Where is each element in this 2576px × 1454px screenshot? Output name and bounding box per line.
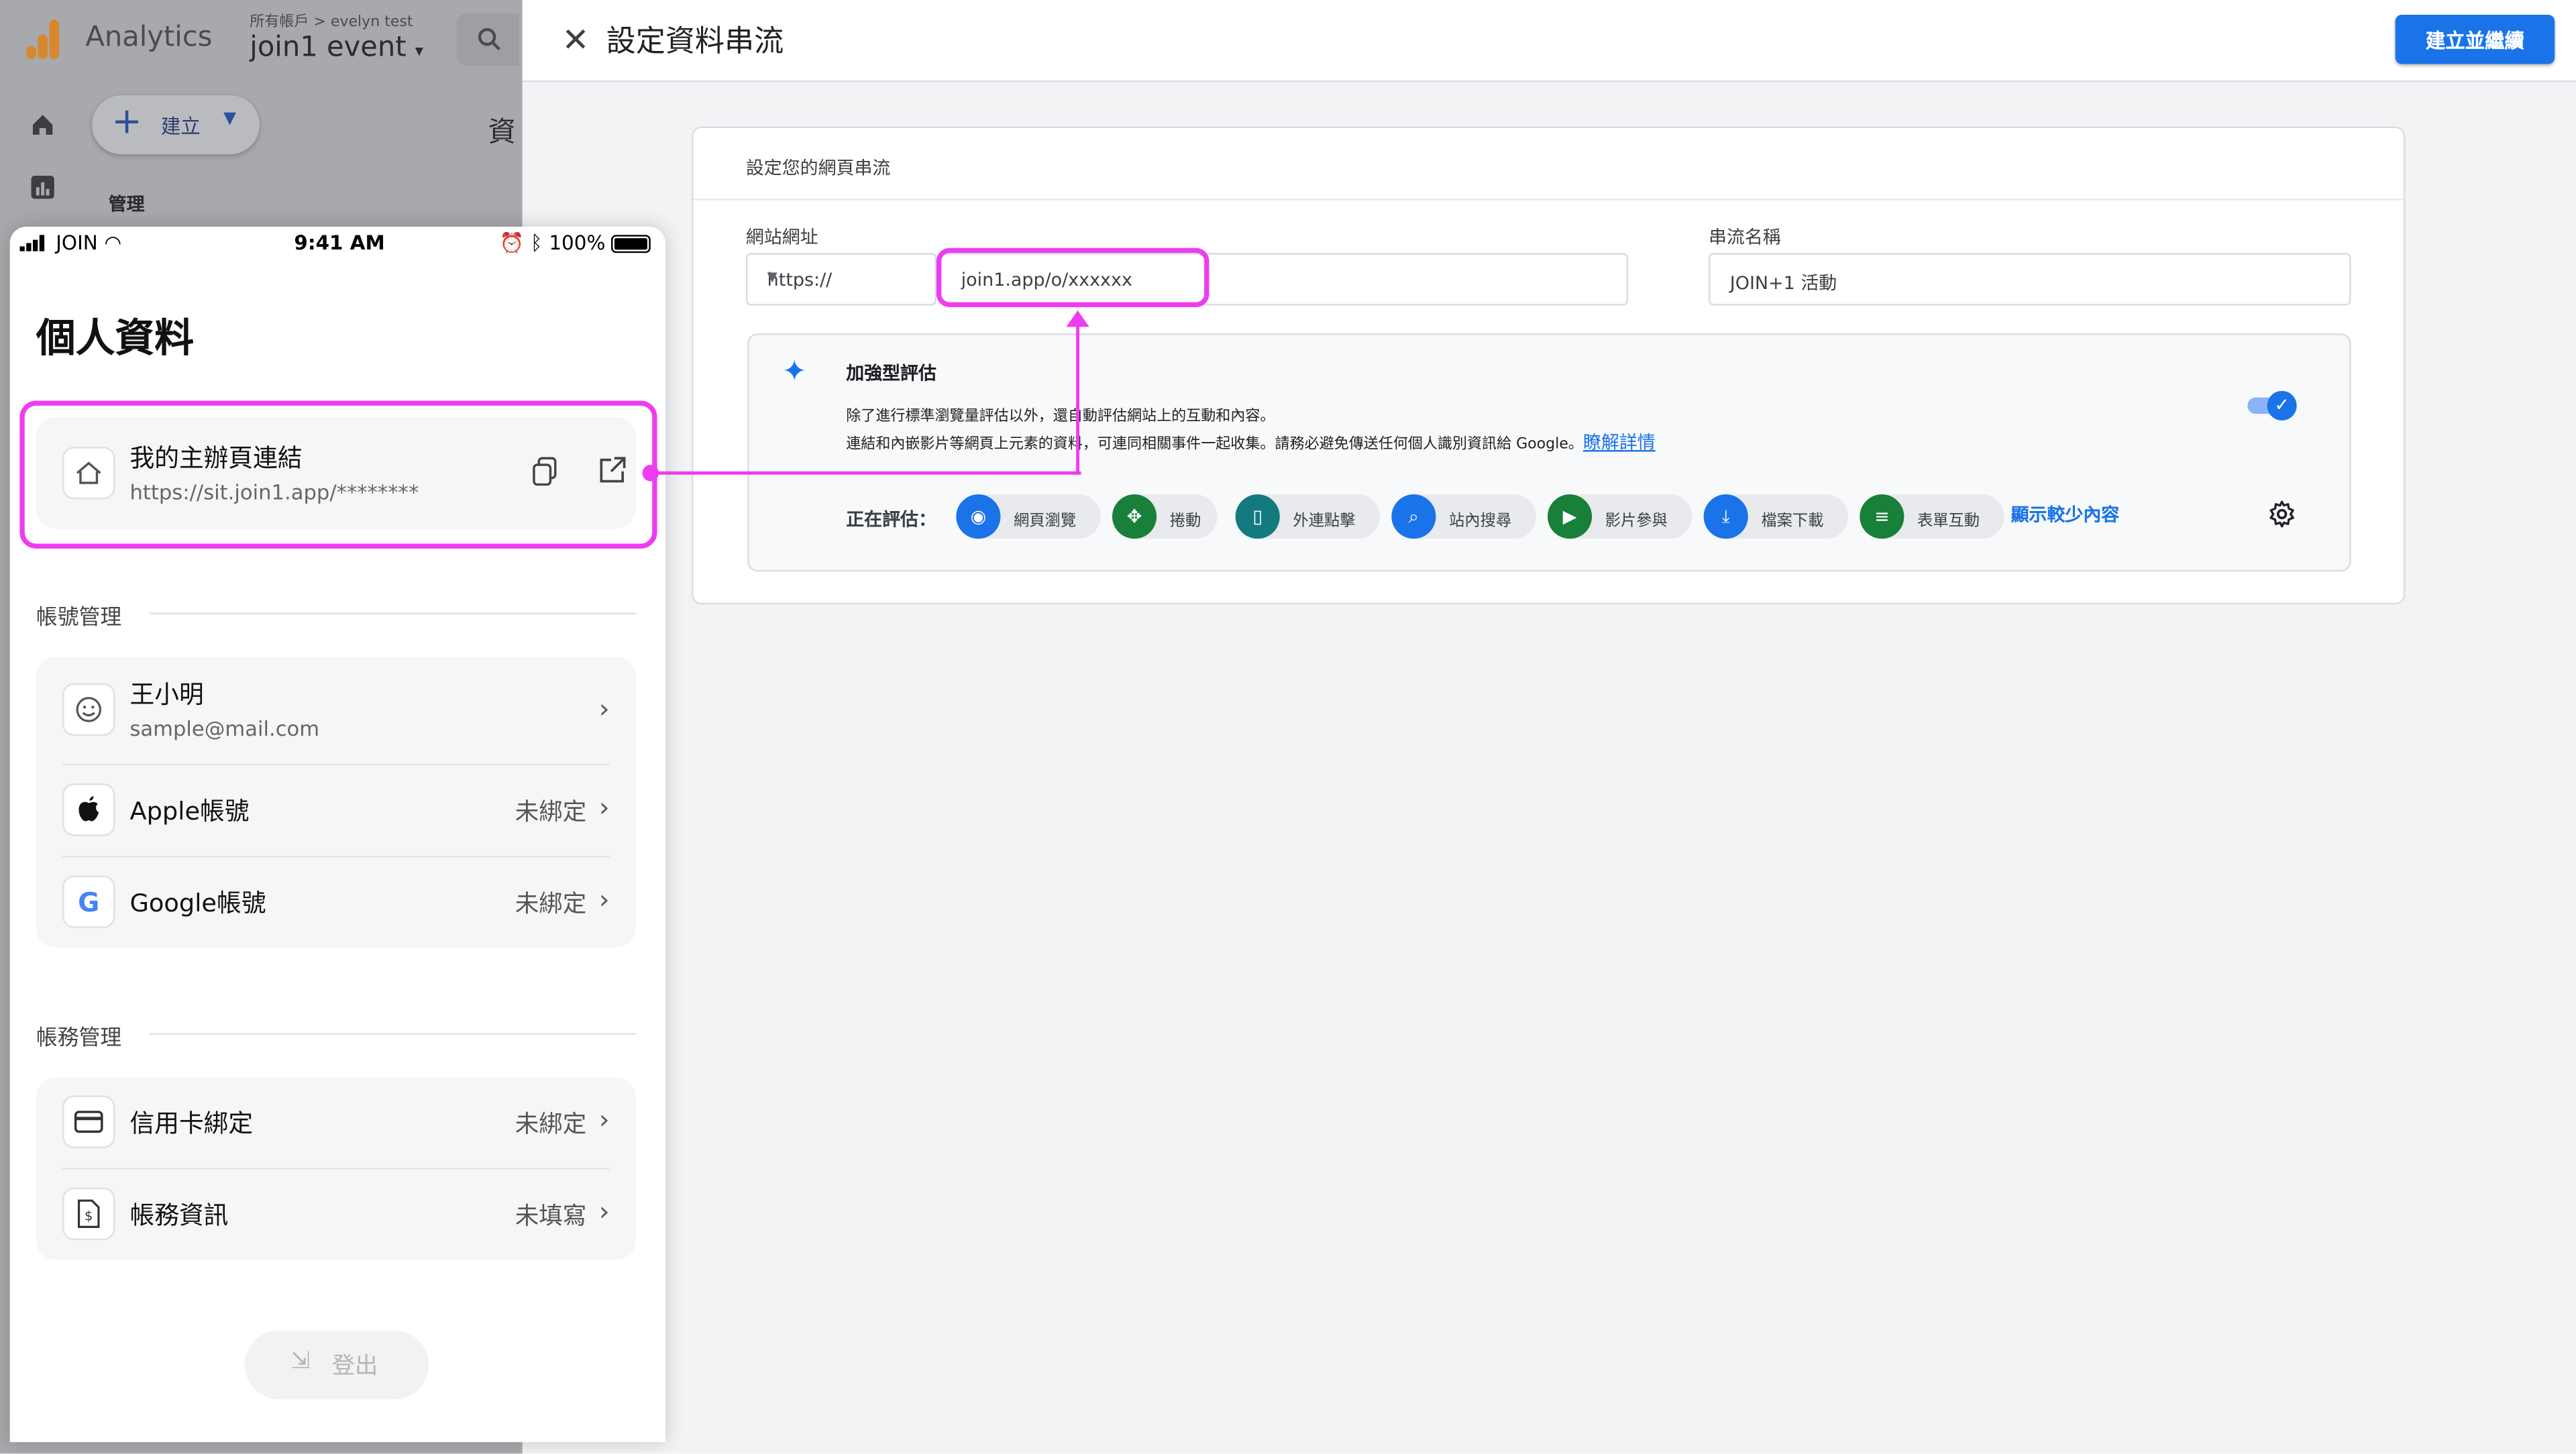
- chevron-right-icon: ›: [598, 693, 610, 725]
- sparkle-icon: ✦: [782, 354, 807, 390]
- create-and-continue-button[interactable]: 建立並繼續: [2395, 15, 2555, 64]
- plus-icon: +: [111, 101, 142, 144]
- chip-form-interactions: ≡ 表單互動: [1860, 494, 2004, 539]
- credit-card-label: 信用卡綁定: [129, 1109, 254, 1139]
- protocol-select[interactable]: https:// ▼: [745, 253, 936, 306]
- billing-group: 信用卡綁定 未綁定 › $ 帳務資訊 未填寫 ›: [36, 1077, 636, 1260]
- url-label: 網站網址: [745, 226, 818, 248]
- apple-icon: [62, 783, 115, 836]
- enhanced-description-1: 除了進行標準瀏覽量評估以外，還自動評估網站上的互動和內容。: [846, 408, 1275, 426]
- billing-info-label: 帳務資訊: [129, 1200, 229, 1231]
- wifi-icon: ◠: [104, 231, 122, 255]
- chevron-right-icon: ›: [598, 791, 610, 823]
- credit-card-icon: [62, 1095, 115, 1148]
- reports-icon[interactable]: [30, 174, 56, 201]
- create-button[interactable]: + 建立 ▼: [92, 95, 260, 155]
- chevron-right-icon: ›: [598, 1103, 610, 1135]
- enhanced-measurement-box: ✦ 加強型評估 除了進行標準瀏覽量評估以外，還自動評估網站上的互動和內容。 連結…: [747, 333, 2351, 572]
- property-selector[interactable]: join1 event ▾: [250, 32, 423, 64]
- alarm-icon: ⏰: [499, 231, 525, 255]
- carrier: JOIN: [56, 231, 98, 255]
- svg-text:$: $: [85, 1209, 93, 1224]
- page-title: 個人資料: [36, 315, 194, 361]
- chevron-right-icon: ›: [598, 1195, 610, 1227]
- analytics-logo-icon: [23, 19, 62, 60]
- search-button[interactable]: [456, 13, 519, 66]
- status-bar: JOIN ◠ 9:41 AM ⏰ ᛒ 100%: [10, 227, 665, 263]
- host-link-highlight: [19, 400, 657, 549]
- user-row[interactable]: 王小明 sample@mail.com ›: [36, 657, 636, 764]
- account-group: 王小明 sample@mail.com › Apple帳號 未綁定 › G Go…: [36, 657, 636, 948]
- url-input-highlight: [936, 247, 1210, 307]
- chip-video-engagement: ▶ 影片參與: [1547, 494, 1693, 539]
- web-stream-card: 設定您的網頁串流 網站網址 https:// ▼ join1.app/o/xxx…: [692, 126, 2406, 605]
- signal-icon: [19, 235, 45, 251]
- arrow-up-icon: [1066, 310, 1089, 327]
- admin-label: 管理: [108, 193, 145, 215]
- apple-account-row[interactable]: Apple帳號 未綁定 ›: [36, 765, 636, 856]
- battery-icon: [612, 233, 651, 252]
- smiley-icon: [62, 683, 115, 736]
- google-status: 未綁定: [515, 891, 587, 918]
- search-icon: [478, 27, 501, 51]
- form-icon: ≡: [1860, 494, 1904, 539]
- stream-name-input[interactable]: JOIN+1 活動: [1708, 253, 2351, 306]
- connector-line: [1076, 323, 1079, 475]
- user-email: sample@mail.com: [129, 716, 320, 741]
- google-icon: G: [62, 875, 115, 928]
- measuring-label: 正在評估：: [846, 509, 936, 531]
- gear-icon[interactable]: [2267, 499, 2297, 528]
- enhanced-title: 加強型評估: [846, 363, 936, 385]
- product-name: Analytics: [85, 21, 213, 54]
- credit-card-row[interactable]: 信用卡綁定 未綁定 ›: [36, 1078, 636, 1168]
- chip-scrolls: ✥ 捲動: [1112, 494, 1218, 539]
- account-section-title: 帳號管理: [36, 606, 122, 631]
- enhanced-description-2: 連結和內嵌影片等網頁上元素的資料，可連同相關事件一起收集。請務必避免傳送任何個人…: [846, 432, 1656, 453]
- panel-header: ✕ 設定資料串流 建立並繼續: [522, 0, 2576, 82]
- partial-heading: 資: [488, 116, 516, 150]
- show-less-link[interactable]: 顯示較少內容: [2011, 501, 2120, 527]
- chip-page-views: ◉ 網頁瀏覽: [956, 494, 1101, 539]
- download-icon: ⤓: [1703, 494, 1748, 539]
- google-label: Google帳號: [129, 888, 266, 918]
- invoice-icon: $: [62, 1187, 115, 1240]
- credit-card-status: 未綁定: [515, 1111, 587, 1139]
- panel-title: 設定資料串流: [606, 24, 784, 60]
- stream-name-label: 串流名稱: [1708, 226, 1781, 248]
- search-icon: ⌕: [1391, 494, 1436, 539]
- play-icon: ▶: [1547, 494, 1593, 539]
- chevron-right-icon: ›: [598, 883, 610, 915]
- user-name: 王小明: [129, 679, 204, 710]
- chip-outbound-clicks: ▯ 外連點擊: [1235, 494, 1381, 539]
- scroll-icon: ✥: [1112, 494, 1157, 539]
- eye-icon: ◉: [956, 494, 1001, 539]
- close-icon[interactable]: ✕: [562, 19, 590, 59]
- billing-info-status: 未填寫: [515, 1204, 587, 1231]
- bluetooth-icon: ᛒ: [530, 231, 543, 255]
- clock: 9:41 AM: [294, 231, 385, 255]
- home-icon[interactable]: [30, 112, 56, 138]
- mouse-icon: ▯: [1235, 494, 1280, 539]
- google-account-row[interactable]: G Google帳號 未綁定 ›: [36, 857, 636, 948]
- breadcrumb[interactable]: 所有帳戶 > evelyn test: [250, 10, 413, 31]
- section-title: 設定您的網頁串流: [745, 158, 891, 179]
- caret-down-icon: ▼: [223, 110, 236, 129]
- learn-more-link[interactable]: 瞭解詳情: [1583, 432, 1656, 453]
- check-icon: ✓: [2267, 390, 2297, 421]
- battery-percent: 100%: [549, 231, 606, 255]
- connector-dot: [642, 465, 659, 482]
- billing-section-title: 帳務管理: [36, 1026, 122, 1052]
- billing-info-row[interactable]: $ 帳務資訊 未填寫 ›: [36, 1170, 636, 1260]
- stream-setup-panel: ✕ 設定資料串流 建立並繼續 設定您的網頁串流 網站網址 https:// ▼ …: [522, 0, 2576, 1454]
- enhanced-toggle[interactable]: ✓: [2247, 390, 2297, 421]
- logout-button[interactable]: ⇲ 登出: [244, 1330, 429, 1400]
- logout-icon: ⇲: [290, 1348, 311, 1375]
- connector-line: [655, 471, 1081, 475]
- apple-label: Apple帳號: [129, 796, 250, 826]
- chip-site-search: ⌕ 站內搜尋: [1391, 494, 1536, 539]
- apple-status: 未綁定: [515, 799, 587, 826]
- caret-down-icon: ▼: [767, 269, 777, 284]
- chip-file-downloads: ⤓ 檔案下載: [1703, 494, 1849, 539]
